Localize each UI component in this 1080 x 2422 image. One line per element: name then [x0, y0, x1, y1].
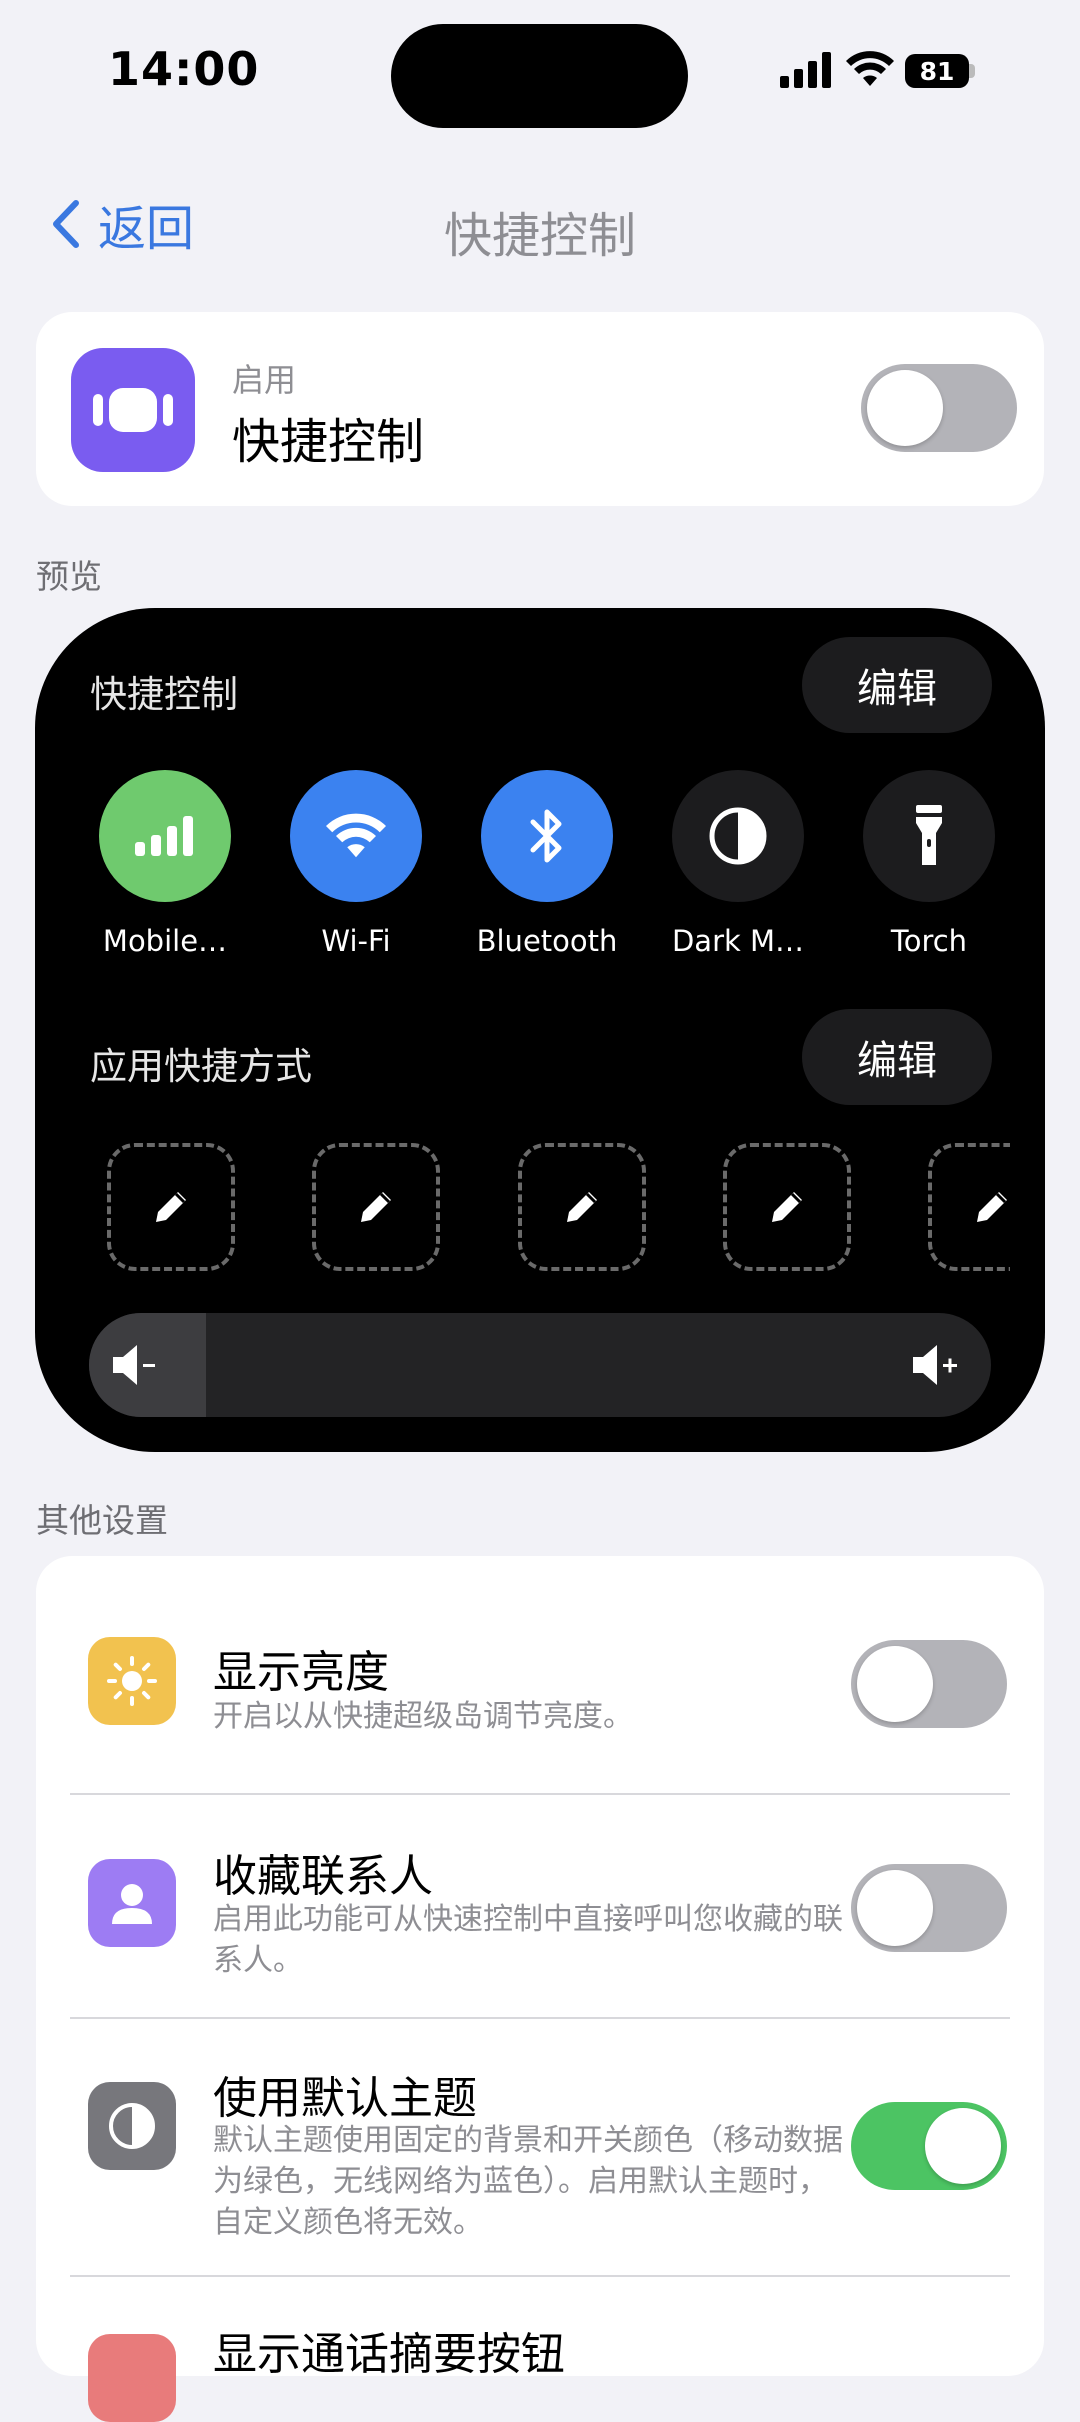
- pencil-icon: [156, 1192, 186, 1222]
- app-shortcut-slot[interactable]: [312, 1143, 440, 1271]
- pencil-icon: [361, 1192, 391, 1222]
- call-summary-title: 显示通话摘要按钮: [213, 2329, 565, 2380]
- wifi-control[interactable]: [290, 770, 422, 902]
- default-theme-desc: 默认主题使用固定的背景和开关颜色（移动数据为绿色，无线网络为蓝色）。启用默认主题…: [213, 2123, 843, 2240]
- control-label: Dark M…: [671, 924, 805, 958]
- edit-app-shortcuts-button[interactable]: 编辑: [802, 1009, 992, 1105]
- app-shortcut-slot[interactable]: [723, 1143, 851, 1271]
- dark-mode-icon: [709, 807, 767, 865]
- brightness-title: 显示亮度: [213, 1647, 389, 1698]
- mobile-data-control[interactable]: [99, 770, 231, 902]
- battery-cap: [969, 64, 975, 78]
- chevron-left-icon: [53, 200, 79, 248]
- enable-small-label: 启用: [232, 361, 297, 399]
- favorite-contacts-desc: 启用此功能可从快速控制中直接呼叫您收藏的联系人。: [213, 1902, 843, 1978]
- dynamic-island: [391, 24, 688, 128]
- torch-icon: [916, 805, 942, 865]
- enable-toggle[interactable]: [861, 364, 1017, 452]
- torch-control[interactable]: [863, 770, 995, 902]
- bluetooth-icon: [530, 809, 562, 863]
- bluetooth-control[interactable]: [481, 770, 613, 902]
- cellular-signal-icon: [780, 52, 831, 88]
- divider: [70, 1793, 1010, 1795]
- default-theme-title: 使用默认主题: [213, 2073, 477, 2124]
- quick-control-app-icon: [71, 348, 195, 472]
- battery-icon: 81: [905, 54, 969, 88]
- favorite-contacts-toggle[interactable]: [851, 1864, 1007, 1952]
- back-label: 返回: [98, 201, 195, 257]
- back-button[interactable]: 返回: [50, 192, 195, 257]
- wifi-icon: [326, 813, 386, 858]
- other-settings-label: 其他设置: [36, 1501, 168, 1540]
- app-shortcuts-label: 应用快捷方式: [90, 1045, 312, 1088]
- app-shortcut-slot[interactable]: [518, 1143, 646, 1271]
- enable-title: 快捷控制: [232, 414, 425, 470]
- quick-controls-label: 快捷控制: [90, 673, 238, 716]
- divider: [70, 2275, 1010, 2277]
- control-label: Wi-Fi: [321, 924, 391, 958]
- dark-mode-control[interactable]: [672, 770, 804, 902]
- wifi-status-icon: [846, 51, 894, 86]
- default-theme-toggle[interactable]: [851, 2102, 1007, 2190]
- brightness-desc: 开启以从快捷超级岛调节亮度。: [213, 1699, 633, 1734]
- volume-up-icon: [913, 1345, 957, 1385]
- preview-section-label: 预览: [36, 557, 102, 596]
- contact-icon: [88, 1859, 176, 1947]
- pencil-icon: [977, 1192, 1007, 1222]
- pencil-icon: [567, 1192, 597, 1222]
- brightness-toggle[interactable]: [851, 1640, 1007, 1728]
- cellular-icon: [135, 816, 193, 856]
- favorite-contacts-title: 收藏联系人: [213, 1851, 433, 1902]
- call-summary-icon: [88, 2334, 176, 2422]
- app-shortcut-slot-clipped: [928, 1143, 1010, 1271]
- app-shortcut-slot[interactable]: [928, 1143, 1010, 1271]
- control-label: Mobile…: [102, 924, 228, 958]
- theme-icon: [88, 2082, 176, 2170]
- control-label: Torch: [890, 924, 968, 958]
- pencil-icon: [772, 1192, 802, 1222]
- edit-quick-controls-button[interactable]: 编辑: [802, 637, 992, 733]
- volume-down-icon: [113, 1345, 155, 1385]
- divider: [70, 2017, 1010, 2019]
- status-time: 14:00: [108, 42, 260, 96]
- control-label: Bluetooth: [476, 924, 618, 958]
- app-shortcut-slot[interactable]: [107, 1143, 235, 1271]
- brightness-icon: [88, 1637, 176, 1725]
- volume-slider[interactable]: [89, 1313, 991, 1417]
